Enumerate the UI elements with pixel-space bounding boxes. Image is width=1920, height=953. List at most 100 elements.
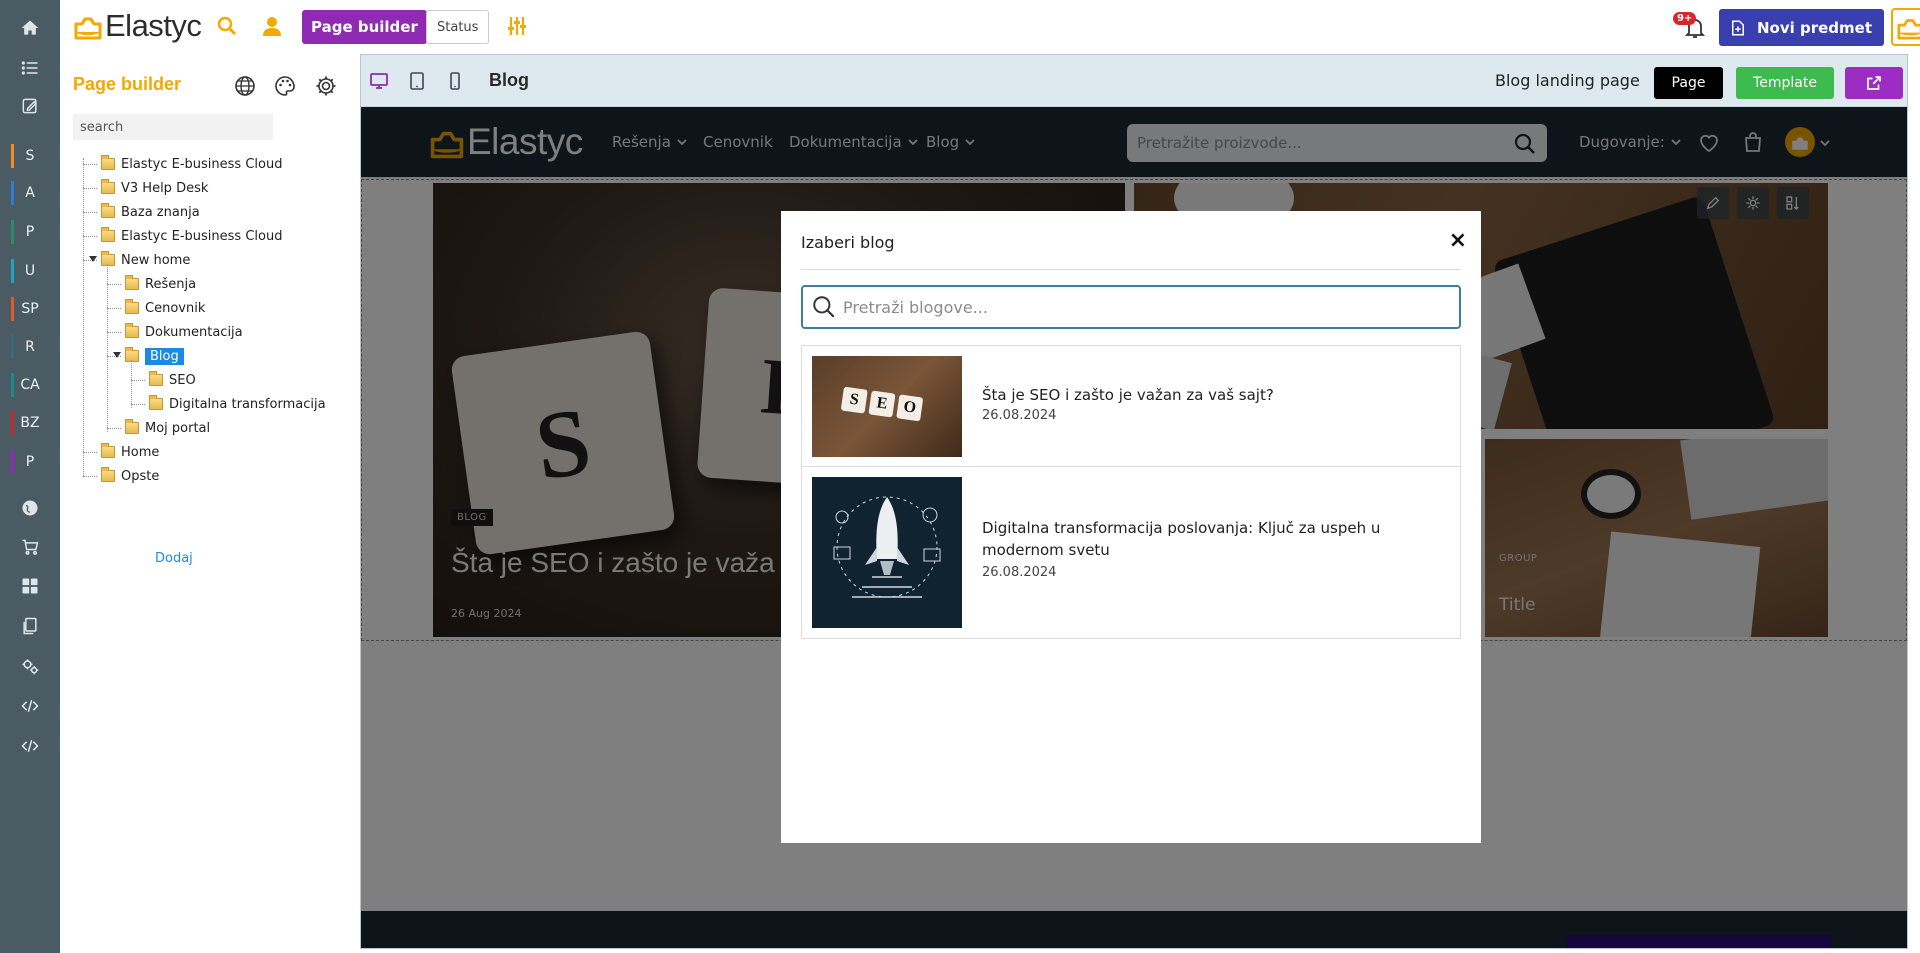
rail-module-r[interactable]: R [0,329,60,365]
folder-icon [101,443,115,458]
rail-module-p[interactable]: P [0,444,60,480]
tree-connector [131,404,145,405]
tree-item[interactable]: Moj portal [125,418,210,438]
close-icon[interactable]: × [1449,228,1467,253]
editor-toolbar: Blog Blog landing page Page Template [361,55,1907,107]
result-date: 26.08.2024 [982,408,1057,423]
tree-item-label: Home [121,444,160,460]
tree-item[interactable]: Dokumentacija [125,322,243,342]
edit-note-icon[interactable] [0,88,60,124]
tree-item-label: Moj portal [145,420,211,436]
rail-module-a[interactable]: A [0,175,60,211]
sliders-icon[interactable] [505,14,529,38]
tree-connector [107,428,121,429]
desktop-view-icon[interactable] [369,71,389,91]
tree-item[interactable]: Baza znanja [101,202,200,222]
user-icon[interactable] [260,14,284,38]
page-title: Blog [489,70,529,90]
tree-connector [131,360,132,408]
tree-connector [107,264,108,432]
open-external-button[interactable] [1845,67,1903,99]
blog-search-input[interactable] [843,297,1443,317]
seo-thumbnail: SEO [812,356,962,457]
code-alt-icon[interactable] [0,728,60,764]
rail-module-p[interactable]: P [0,214,60,250]
tree-item[interactable]: Blog [125,346,184,366]
list-icon[interactable] [0,50,60,86]
search-icon[interactable] [215,14,239,38]
expand-toggle-icon[interactable] [113,352,121,358]
mobile-view-icon[interactable] [445,71,465,91]
new-item-button[interactable]: Novi predmet [1719,9,1885,46]
folder-icon [149,371,163,386]
tree-item[interactable]: Rešenja [125,274,196,294]
tree-item-label: Blog [145,347,184,365]
modal-divider [801,269,1461,270]
tree-connector [83,164,97,165]
folder-icon [125,275,139,290]
tree-item-label: Elastyc E-business Cloud [121,156,283,172]
home-icon[interactable] [0,10,60,46]
tree-item-label: Opste [121,468,160,484]
page-button[interactable]: Page [1654,67,1723,99]
list-item[interactable]: SEO Šta je SEO i zašto je važan za vaš s… [802,346,1460,467]
result-title: Šta je SEO i zašto je važan za vaš sajt? [982,386,1274,404]
tree-connector [83,158,84,476]
rail-module-s[interactable]: S [0,138,60,174]
add-link[interactable]: Dodaj [155,551,193,566]
tree-connector [83,212,97,213]
rail-module-u[interactable]: U [0,253,60,289]
rail-module-label: P [25,224,35,240]
tree-connector [83,476,97,477]
app-logo[interactable]: Elastyc [73,8,202,44]
list-item[interactable]: Digitalna transformacija poslovanja: Klj… [802,467,1460,638]
template-button[interactable]: Template [1736,67,1834,99]
tree-connector [83,452,97,453]
rail-module-bz[interactable]: BZ [0,405,60,441]
app-logo-text: Elastyc [105,8,202,43]
gear-icon[interactable] [314,74,338,98]
folder-icon [101,155,115,170]
dashboard-icon[interactable] [0,568,60,604]
left-icon-rail: S A P U SP R CA BZ P [0,0,60,953]
thumbnail-letter-tile: O [896,394,924,422]
status-button[interactable]: Status [426,10,490,44]
tree-item[interactable]: Home [101,442,159,462]
panel-title: Page builder [73,74,182,94]
rail-module-ca[interactable]: CA [0,367,60,403]
rail-module-sp[interactable]: SP [0,291,60,327]
folder-icon [125,299,139,314]
new-item-label: Novi predmet [1757,18,1873,37]
tree-item[interactable]: Elastyc E-business Cloud [101,154,282,174]
folder-icon [125,419,139,434]
code-icon[interactable] [0,688,60,724]
rocket-thumbnail [812,477,962,628]
tree-item[interactable]: Elastyc E-business Cloud [101,226,282,246]
rail-module-label: A [25,185,35,201]
tree-item[interactable]: V3 Help Desk [101,178,208,198]
tree-item[interactable]: SEO [149,370,196,390]
cart-icon[interactable] [0,529,60,565]
rail-module-label: U [24,263,36,279]
tree-item[interactable]: New home [101,250,190,270]
tree-item[interactable]: Cenovnik [125,298,205,318]
rail-module-label: CA [20,377,40,393]
cloud-logo-icon [74,17,102,40]
page-builder-button[interactable]: Page builder [302,10,427,44]
globe-icon[interactable] [0,490,60,526]
documents-icon[interactable] [0,608,60,644]
tree-item-label: Elastyc E-business Cloud [121,228,283,244]
blog-search-field[interactable] [801,285,1461,329]
top-bar: Elastyc Page builder Status 9+ Novi pred… [60,0,1920,54]
tree-search-input[interactable] [73,114,273,140]
settings-cogs-icon[interactable] [0,648,60,684]
palette-icon[interactable] [273,74,297,98]
avatar[interactable] [1891,8,1920,46]
tree-item[interactable]: Opste [101,466,159,486]
tablet-view-icon[interactable] [407,71,427,91]
folder-icon [125,347,139,362]
tree-item[interactable]: Digitalna transformacija [149,394,326,414]
globe-icon[interactable] [233,74,257,98]
tree-connector [83,188,97,189]
expand-toggle-icon[interactable] [89,256,97,262]
